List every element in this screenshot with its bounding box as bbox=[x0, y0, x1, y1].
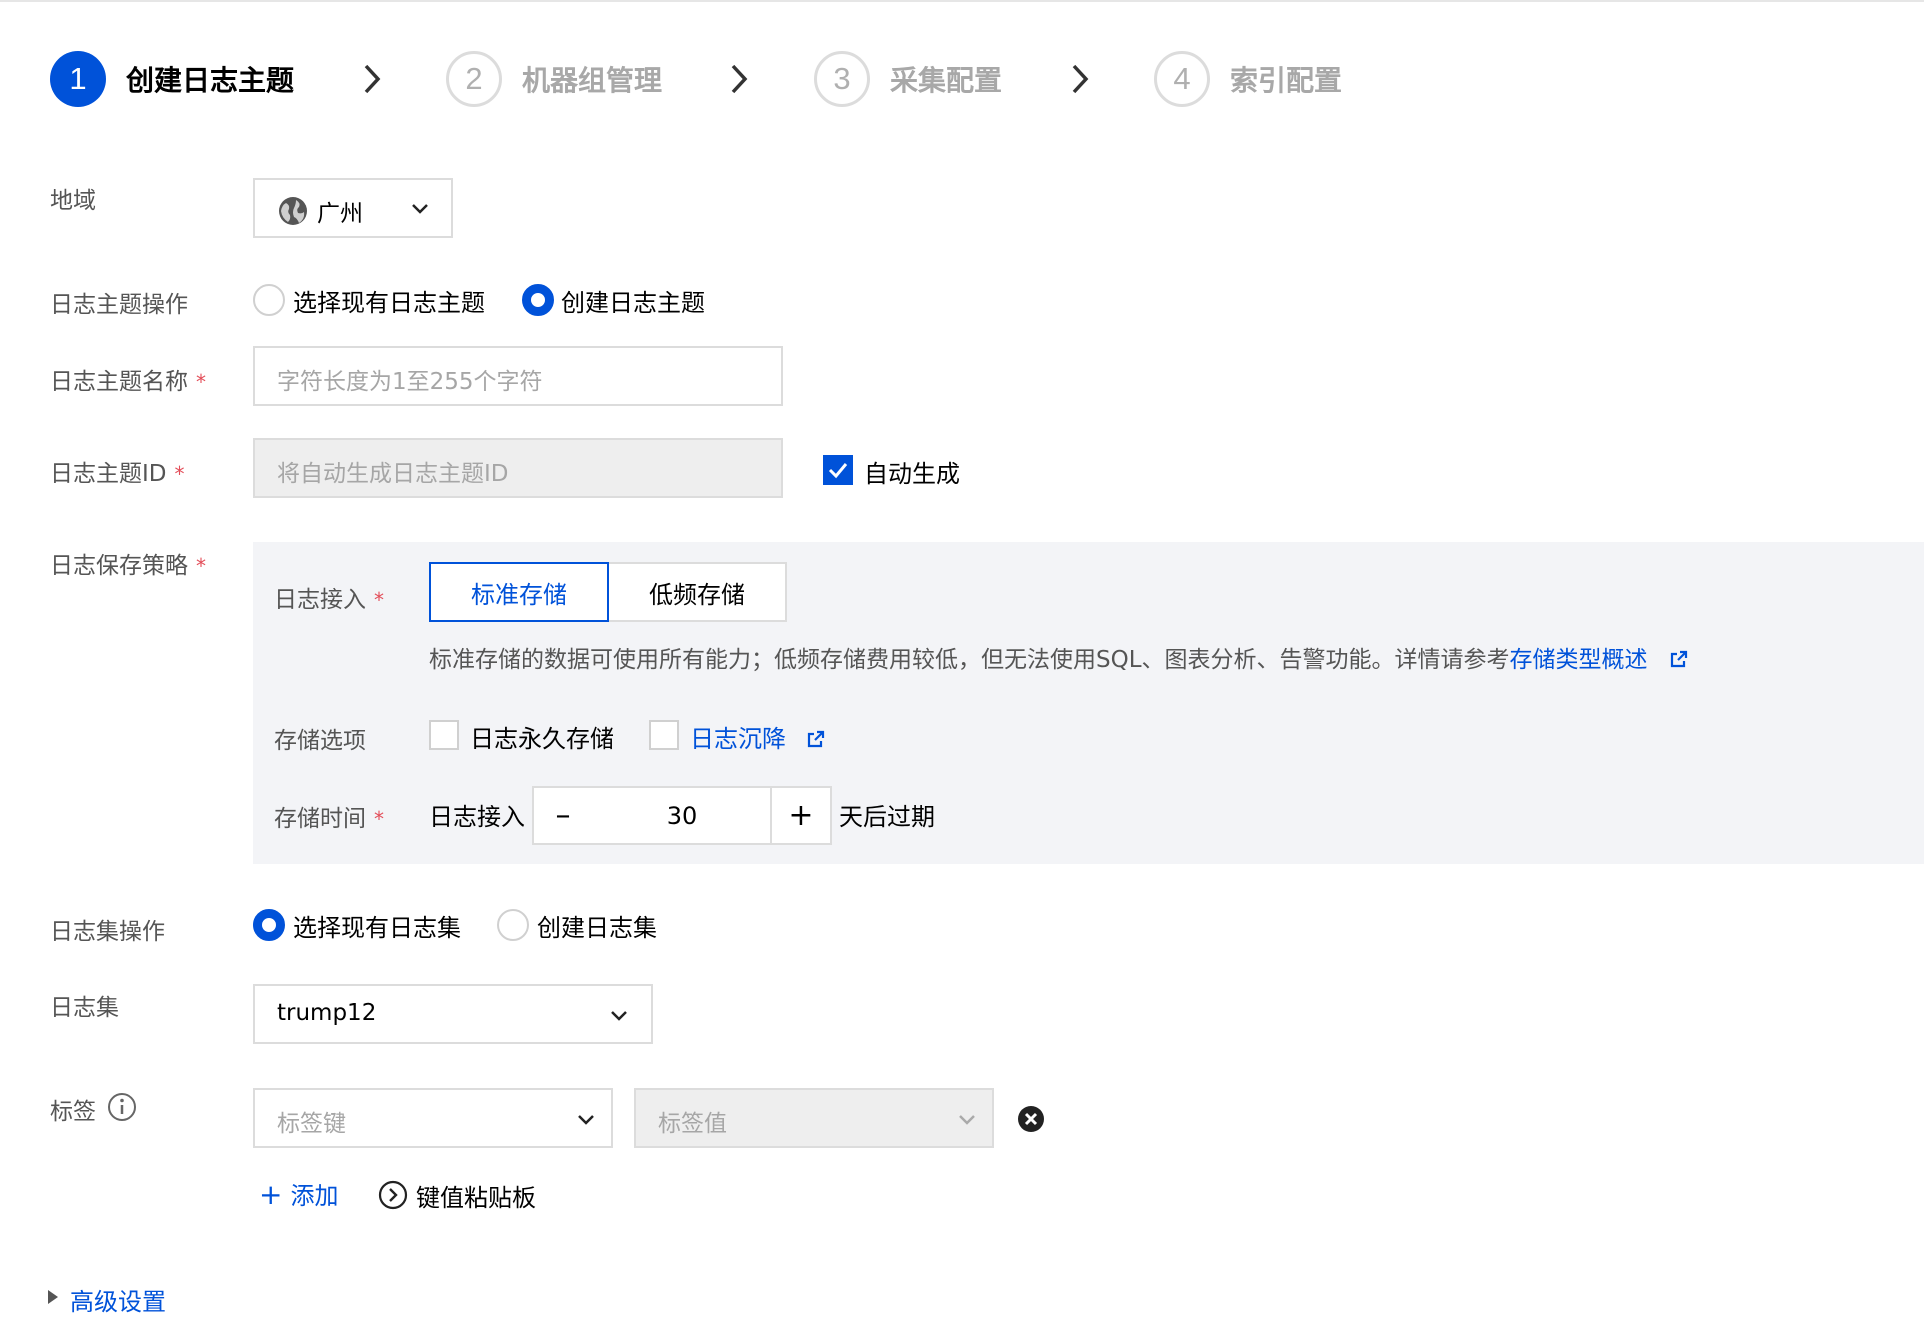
logset-label: 日志集 bbox=[50, 995, 119, 1021]
top-border bbox=[0, 0, 1924, 2]
storage-type-standard[interactable]: 标准存储 bbox=[429, 562, 609, 622]
step-number: 1 bbox=[50, 51, 106, 107]
storage-time-label: 存储时间 * bbox=[274, 806, 384, 832]
topic-id-input[interactable]: 将自动生成日志主题ID bbox=[253, 438, 783, 498]
placeholder: 字符长度为1至255个字符 bbox=[277, 369, 543, 395]
globe-icon bbox=[279, 197, 307, 225]
external-link-icon[interactable] bbox=[1669, 649, 1689, 669]
step-1[interactable]: 1 创建日志主题 bbox=[50, 48, 294, 110]
tags-label: 标签 bbox=[50, 1099, 96, 1125]
tag-value-select[interactable]: 标签值 bbox=[634, 1088, 994, 1148]
storage-type-infrequent[interactable]: 低频存储 bbox=[609, 562, 787, 622]
time-suffix: 天后过期 bbox=[839, 803, 935, 831]
region-value: 广州 bbox=[317, 201, 363, 227]
days-input[interactable]: 30 bbox=[592, 786, 772, 845]
logset-select[interactable]: trump12 bbox=[253, 984, 653, 1044]
step-number: 2 bbox=[446, 51, 502, 107]
chevron-down-icon bbox=[611, 1011, 627, 1021]
external-link-icon[interactable] bbox=[806, 729, 826, 749]
tag-key-select[interactable]: 标签键 bbox=[253, 1088, 613, 1148]
step-label: 机器组管理 bbox=[522, 64, 663, 97]
radio-label: 选择现有日志主题 bbox=[293, 289, 485, 317]
ingest-label: 日志接入 * bbox=[274, 587, 384, 613]
radio-create-logset[interactable] bbox=[497, 909, 529, 941]
radio-select-existing-logset[interactable] bbox=[253, 909, 285, 941]
retention-label: 日志保存策略 * bbox=[50, 553, 206, 579]
log-sink-checkbox[interactable] bbox=[649, 720, 679, 750]
step-number: 4 bbox=[1154, 51, 1210, 107]
step-label: 创建日志主题 bbox=[126, 64, 295, 97]
log-sink-link[interactable]: 日志沉降 bbox=[690, 719, 826, 754]
radio-select-existing-topic[interactable] bbox=[253, 284, 285, 316]
chevron-down-icon bbox=[959, 1115, 975, 1125]
step-4[interactable]: 4 索引配置 bbox=[1154, 48, 1342, 110]
chevron-down-icon bbox=[578, 1115, 594, 1125]
region-label: 地域 bbox=[50, 188, 96, 214]
placeholder: 标签值 bbox=[658, 1111, 727, 1137]
check-icon bbox=[828, 463, 848, 479]
radio-label: 选择现有日志集 bbox=[293, 914, 461, 942]
auto-generate-checkbox[interactable] bbox=[823, 455, 853, 485]
kv-paste-button[interactable]: 键值粘贴板 bbox=[416, 1178, 536, 1213]
step-3[interactable]: 3 采集配置 bbox=[814, 48, 1002, 110]
topic-id-label: 日志主题ID * bbox=[50, 461, 185, 487]
logset-value: trump12 bbox=[277, 1000, 377, 1026]
storage-options-label: 存储选项 bbox=[274, 728, 366, 754]
step-number: 3 bbox=[814, 51, 870, 107]
step-label: 索引配置 bbox=[1230, 64, 1343, 97]
radio-label: 创建日志集 bbox=[537, 914, 657, 942]
add-tag-button[interactable]: + 添加 bbox=[259, 1176, 338, 1211]
info-icon[interactable] bbox=[107, 1092, 137, 1122]
chevron-right-icon bbox=[364, 64, 381, 94]
step-2[interactable]: 2 机器组管理 bbox=[446, 48, 662, 110]
permanent-storage-label: 日志永久存储 bbox=[470, 725, 614, 753]
caret-right-icon[interactable] bbox=[46, 1288, 60, 1306]
radio-label: 创建日志主题 bbox=[561, 289, 705, 317]
chevron-down-icon bbox=[412, 204, 428, 214]
chevron-right-icon bbox=[1072, 64, 1089, 94]
placeholder: 将自动生成日志主题ID bbox=[277, 461, 509, 487]
region-select[interactable]: 广州 bbox=[253, 178, 453, 238]
topic-name-label: 日志主题名称 * bbox=[50, 369, 206, 395]
time-prefix: 日志接入 bbox=[429, 803, 525, 831]
permanent-storage-checkbox[interactable] bbox=[429, 720, 459, 750]
topic-name-input[interactable]: 字符长度为1至255个字符 bbox=[253, 346, 783, 406]
step-label: 采集配置 bbox=[890, 64, 1003, 97]
chevron-right-icon bbox=[731, 64, 748, 94]
remove-tag-icon[interactable] bbox=[1017, 1105, 1045, 1133]
decrement-button[interactable]: – bbox=[532, 786, 594, 845]
chevron-circle-icon[interactable] bbox=[378, 1180, 408, 1210]
storage-description: 标准存储的数据可使用所有能力；低频存储费用较低，但无法使用SQL、图表分析、告警… bbox=[429, 640, 1689, 674]
auto-generate-label: 自动生成 bbox=[864, 460, 960, 488]
storage-types-link[interactable]: 存储类型概述 bbox=[1510, 647, 1648, 673]
increment-button[interactable]: + bbox=[770, 786, 832, 845]
topic-op-label: 日志主题操作 bbox=[50, 292, 188, 318]
advanced-settings-toggle[interactable]: 高级设置 bbox=[70, 1282, 166, 1317]
plus-icon: + bbox=[259, 1178, 283, 1211]
placeholder: 标签键 bbox=[277, 1111, 346, 1137]
logset-op-label: 日志集操作 bbox=[50, 919, 165, 945]
radio-create-topic[interactable] bbox=[522, 284, 554, 316]
